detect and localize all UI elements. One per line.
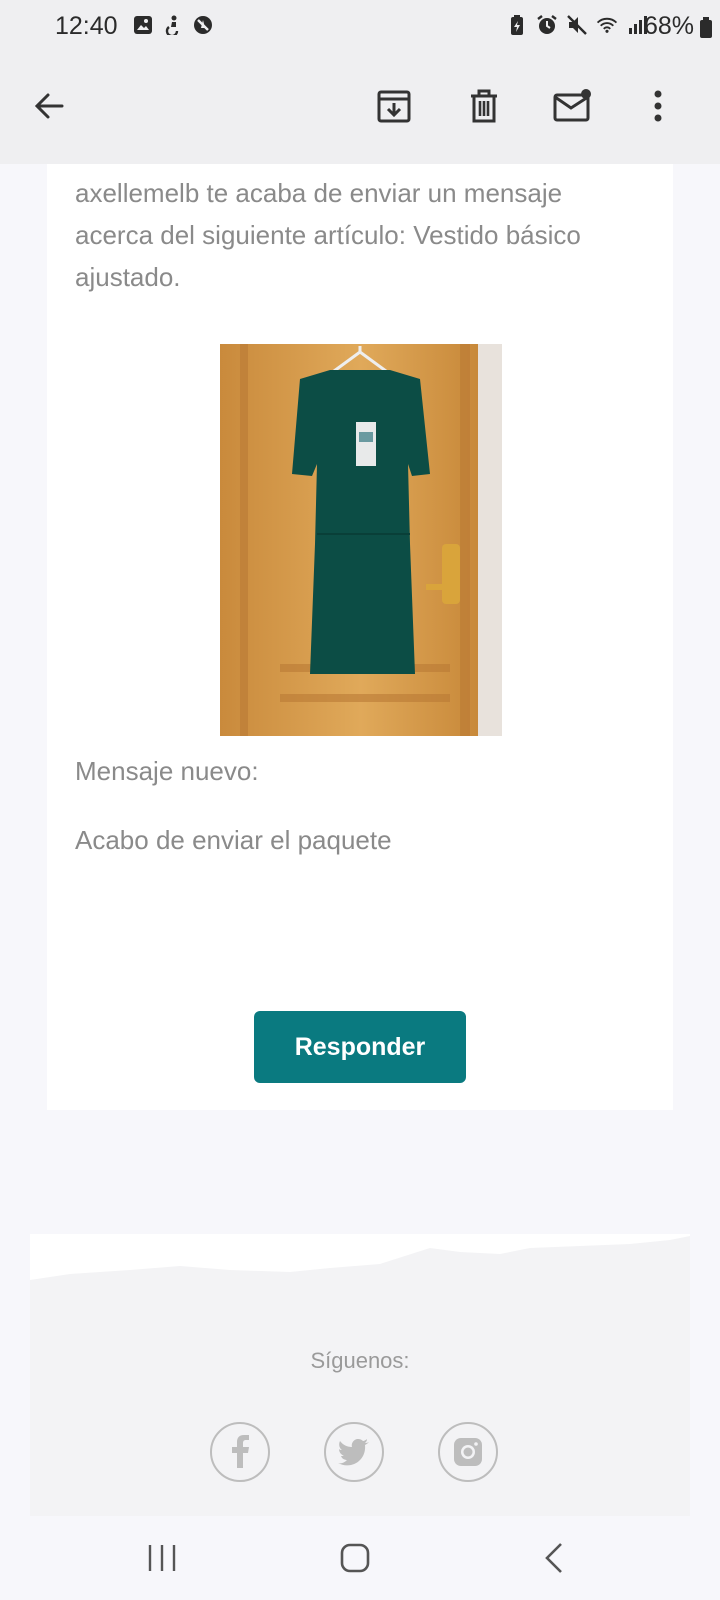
footer: Síguenos: xyxy=(30,1234,690,1516)
status-time: 12:40 xyxy=(55,12,118,40)
home-button[interactable] xyxy=(331,1534,379,1582)
status-bar: 12:40 68% xyxy=(0,0,720,52)
system-nav-bar xyxy=(0,1516,720,1600)
back-button[interactable] xyxy=(22,78,78,134)
more-options-button[interactable] xyxy=(630,78,686,134)
reply-button[interactable]: Responder xyxy=(254,1011,466,1083)
mark-unread-icon xyxy=(553,89,591,122)
mark-unread-button[interactable] xyxy=(545,78,601,134)
archive-button[interactable] xyxy=(366,78,422,134)
back-arrow-icon xyxy=(34,93,64,119)
facebook-icon xyxy=(232,1435,249,1468)
status-left-icons xyxy=(132,14,214,36)
chevron-left-icon xyxy=(545,1543,562,1573)
battery-percent: 68% xyxy=(643,12,694,40)
mountain-divider xyxy=(30,1234,690,1284)
home-icon xyxy=(340,1543,370,1573)
facebook-link[interactable] xyxy=(210,1422,270,1482)
email-body: axellemelb te acaba de enviar un mensaje… xyxy=(0,164,720,1516)
battery-icon xyxy=(698,17,714,44)
intro-text: axellemelb te acaba de enviar un mensaje… xyxy=(75,178,581,292)
blocked-icon xyxy=(192,14,214,36)
alarm-icon xyxy=(536,14,558,36)
image-icon xyxy=(132,14,154,36)
archive-icon xyxy=(377,90,411,123)
delete-button[interactable] xyxy=(456,78,512,134)
twitter-link[interactable] xyxy=(324,1422,384,1482)
mute-icon xyxy=(566,14,588,36)
new-message-label: Mensaje nuevo: xyxy=(75,756,259,786)
accessibility-icon xyxy=(162,14,184,36)
follow-label: Síguenos: xyxy=(310,1348,410,1373)
delete-icon xyxy=(471,89,497,123)
twitter-icon xyxy=(338,1439,369,1466)
status-right-icons xyxy=(506,14,648,36)
message-text: Acabo de enviar el paquete xyxy=(75,825,392,855)
battery-saver-icon xyxy=(506,14,528,36)
more-options-icon xyxy=(654,90,662,122)
recents-button[interactable] xyxy=(138,1534,186,1582)
email-toolbar xyxy=(0,52,720,164)
wifi-icon xyxy=(596,14,618,36)
product-image[interactable] xyxy=(220,344,502,736)
recents-icon xyxy=(148,1545,176,1571)
message-card: axellemelb te acaba de enviar un mensaje… xyxy=(47,164,673,1110)
back-nav-button[interactable] xyxy=(530,1534,578,1582)
instagram-icon xyxy=(454,1438,482,1466)
instagram-link[interactable] xyxy=(438,1422,498,1482)
